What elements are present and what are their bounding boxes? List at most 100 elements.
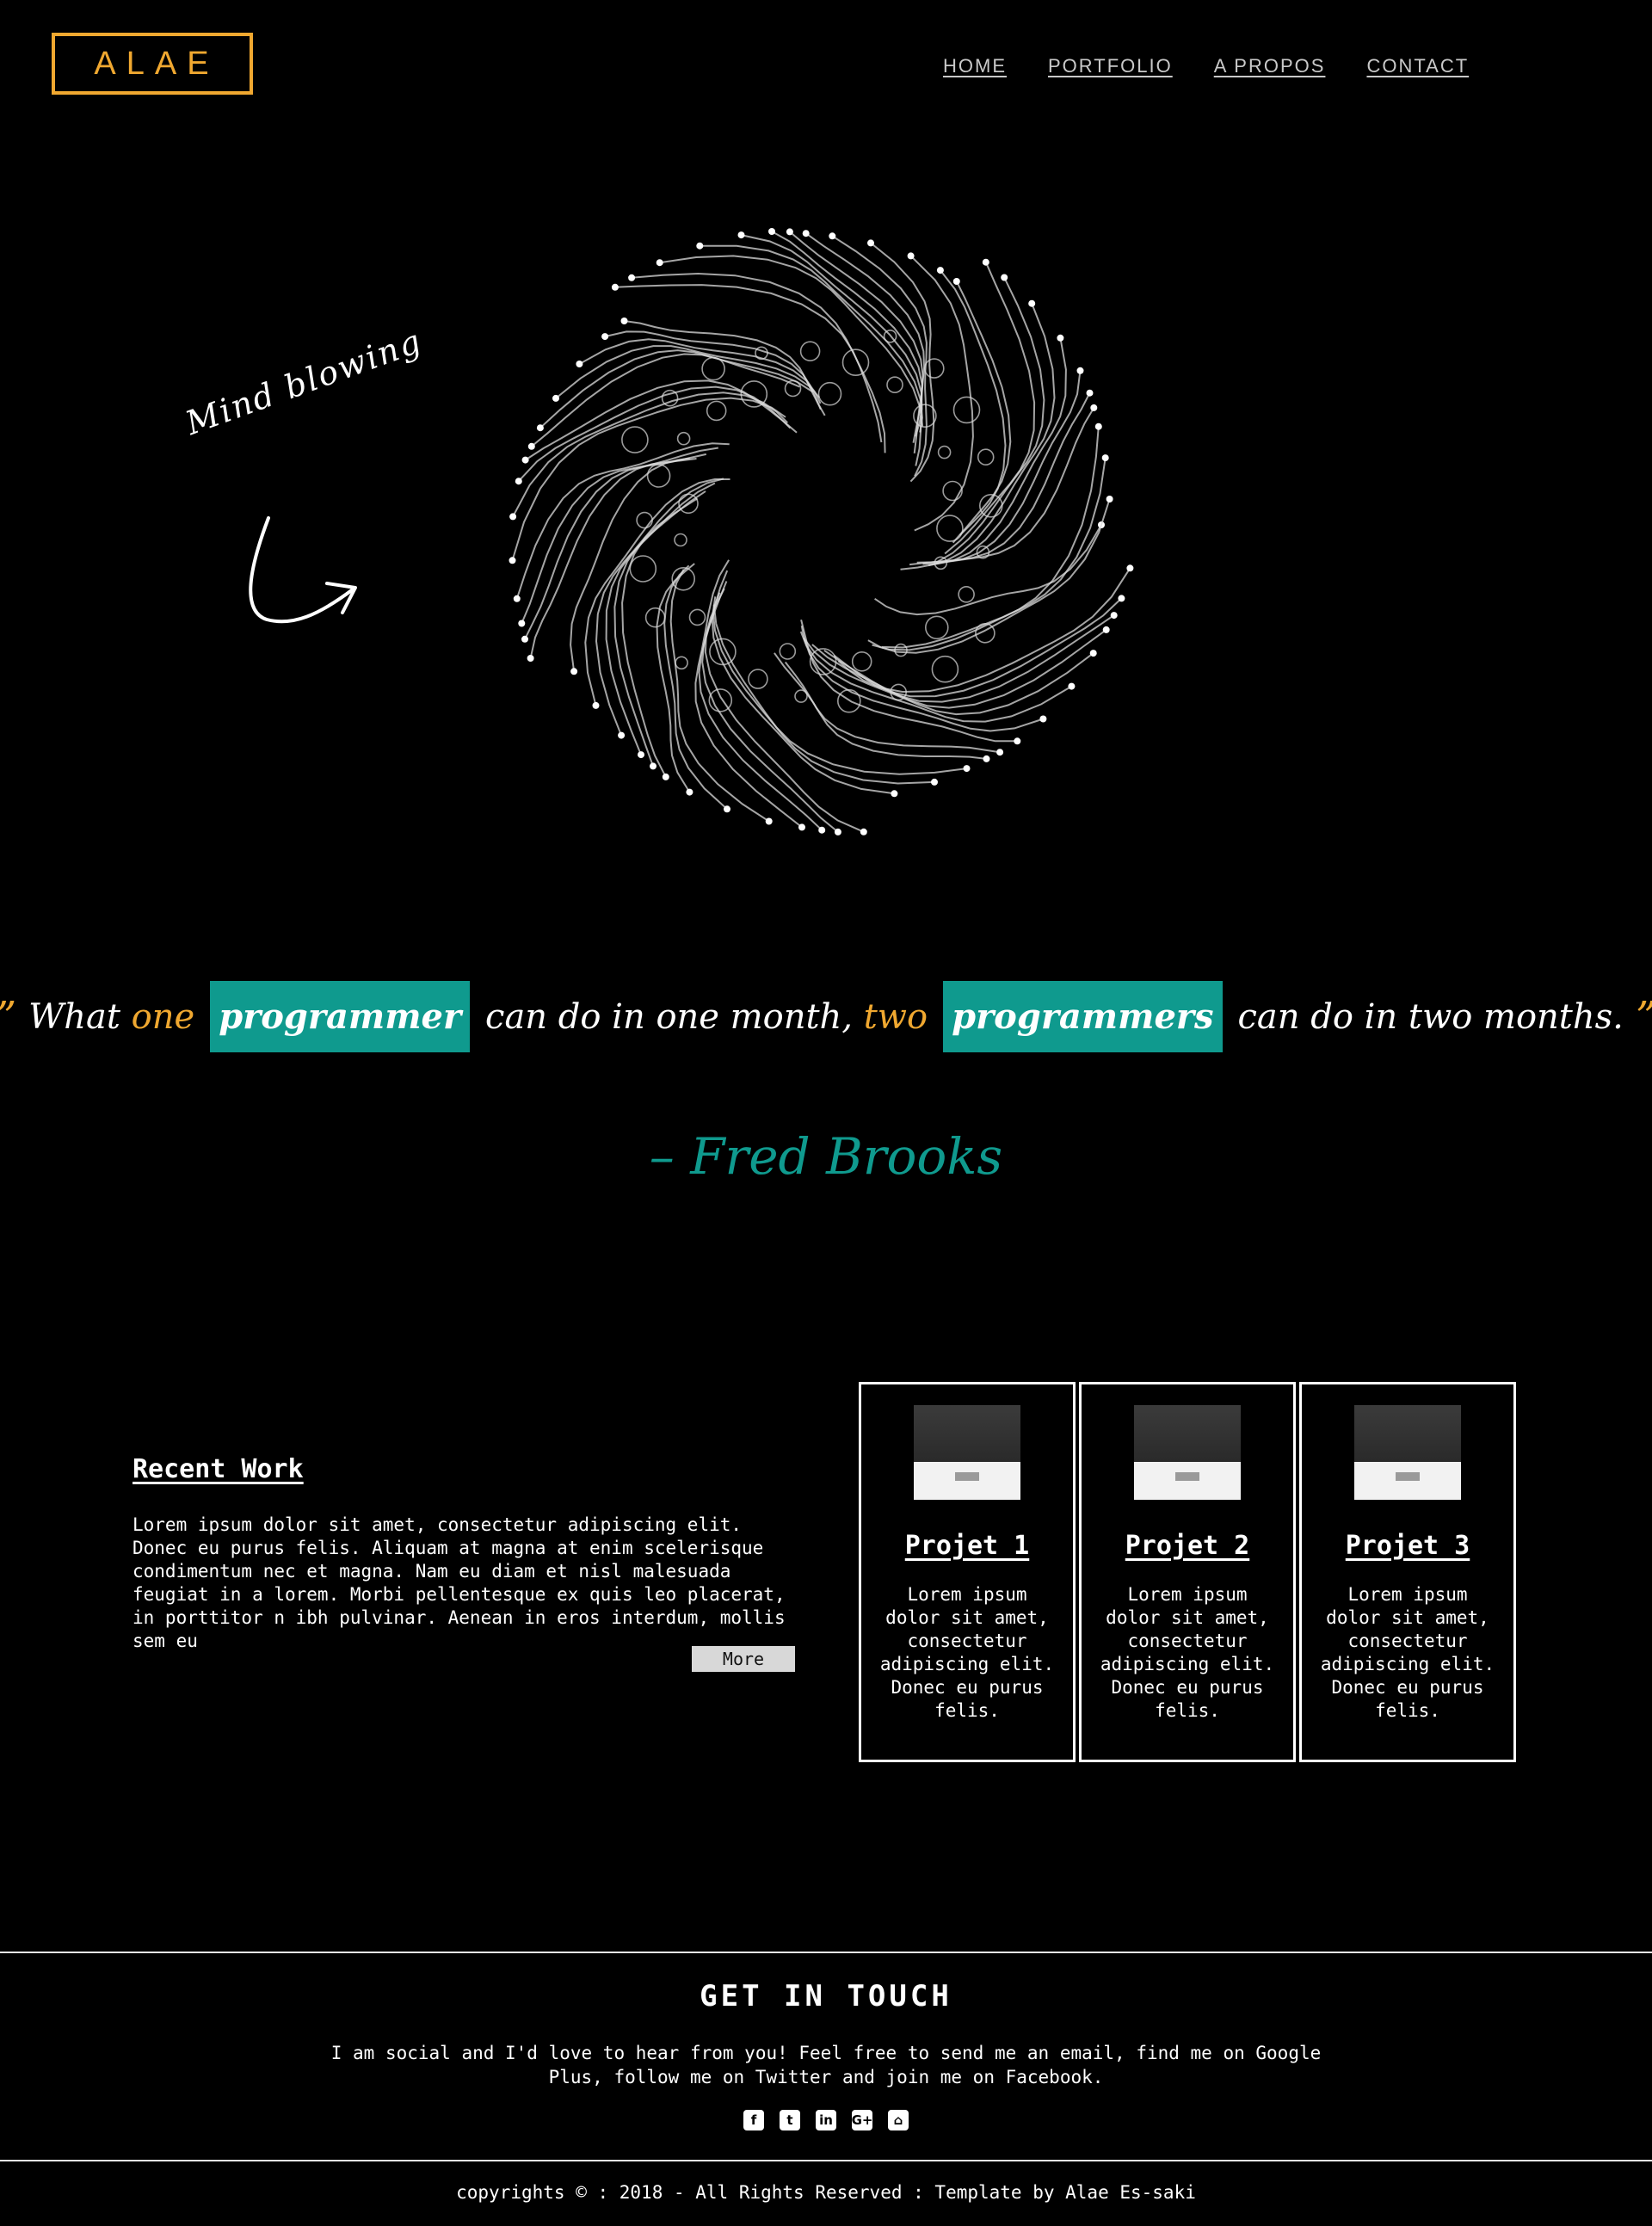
swirl-loop xyxy=(936,515,964,542)
swirl-loop xyxy=(931,655,959,683)
swirl-strand xyxy=(833,597,1123,698)
swirl-dot xyxy=(1076,367,1084,374)
swirl-loop xyxy=(646,464,671,488)
nav-contact[interactable]: CONTACT xyxy=(1366,55,1469,77)
facebook-icon[interactable]: f xyxy=(743,2110,764,2130)
project-card[interactable]: Projet 3 Lorem ipsum dolor sit amet, con… xyxy=(1299,1382,1516,1762)
swirl-dot xyxy=(1110,612,1118,620)
swirl-strand xyxy=(800,619,1018,743)
swirl-dot xyxy=(662,773,669,780)
swirl-dot xyxy=(521,456,529,464)
project-thumbnail[interactable] xyxy=(914,1405,1020,1500)
logo[interactable]: ALAE xyxy=(52,33,253,95)
swirl-dot xyxy=(867,239,874,247)
google-plus-icon[interactable]: G+ xyxy=(852,2110,872,2130)
more-button[interactable]: More xyxy=(692,1646,795,1672)
swirl-strand xyxy=(944,262,1036,555)
swirl-dot xyxy=(798,823,805,831)
quote-box-programmers: programmers xyxy=(943,981,1223,1052)
linkedin-icon[interactable]: in xyxy=(816,2110,836,2130)
swirl-dot xyxy=(1094,422,1102,430)
swirl-loop xyxy=(977,448,995,466)
swirl-loop xyxy=(799,341,821,361)
quote: ” What one programmer can do in one mont… xyxy=(0,981,1652,1052)
project-title[interactable]: Projet 1 xyxy=(861,1531,1073,1561)
swirl-strand xyxy=(711,592,895,795)
quote-text-end: can do in two months. xyxy=(1237,996,1624,1037)
swirl-strand xyxy=(784,661,1001,754)
swirl-loop xyxy=(841,348,870,376)
swirl-dot xyxy=(521,635,528,643)
swirl-dot xyxy=(818,826,826,834)
main-nav: HOME PORTFOLIO A PROPOS CONTACT xyxy=(943,55,1469,77)
swirl-dot xyxy=(552,394,559,402)
swirl-dot xyxy=(576,361,583,367)
project-title[interactable]: Projet 3 xyxy=(1302,1531,1513,1561)
swirl-loop xyxy=(676,431,691,446)
swirl-dot xyxy=(907,252,915,260)
swirl-dot xyxy=(686,788,693,796)
swirl-dot xyxy=(1028,299,1036,307)
swirl-dot xyxy=(518,620,526,627)
footer-divider-bottom xyxy=(0,2160,1652,2161)
swirl-dot xyxy=(696,242,704,250)
projects-list: Projet 1 Lorem ipsum dolor sit amet, con… xyxy=(859,1382,1516,1762)
swirl-dot xyxy=(515,478,522,485)
swirl-strand xyxy=(700,244,923,433)
get-in-touch-text: I am social and I'd love to hear from yo… xyxy=(330,2043,1322,2087)
project-thumbnail[interactable] xyxy=(1134,1405,1241,1500)
swirl-loop xyxy=(621,426,649,453)
quote-author: – Fred Brooks xyxy=(649,1127,1003,1186)
swirl-dot xyxy=(829,232,836,240)
swirl-dot xyxy=(1039,715,1047,723)
swirl-strand xyxy=(712,604,967,775)
hero-graphic xyxy=(249,228,1134,836)
copyright: copyrights © : 2018 - All Rights Reserve… xyxy=(456,2182,1196,2203)
swirl-loop xyxy=(661,389,679,407)
swirl-dot xyxy=(1014,737,1021,745)
swirl-strand xyxy=(909,392,1091,566)
swirl-dot xyxy=(1090,404,1098,411)
swirl-strand xyxy=(922,337,1067,565)
project-thumbnail[interactable] xyxy=(1354,1405,1461,1500)
swirl-dot xyxy=(1057,334,1064,342)
swirl-loop xyxy=(644,607,666,628)
swirl-strand xyxy=(614,284,883,443)
swirl-loop xyxy=(748,669,768,689)
open-quote-mark: ” xyxy=(0,993,16,1041)
project-card[interactable]: Projet 1 Lorem ipsum dolor sit amet, con… xyxy=(859,1382,1076,1762)
nav-a-propos[interactable]: A PROPOS xyxy=(1214,55,1326,77)
project-title[interactable]: Projet 2 xyxy=(1082,1531,1293,1561)
swirl-loop xyxy=(755,346,768,361)
swirl-loop xyxy=(925,615,949,640)
swirl-loop xyxy=(937,445,952,459)
footer-divider-top xyxy=(0,1952,1652,1953)
swirl-dot xyxy=(527,442,535,450)
swirl-dot xyxy=(737,231,745,239)
nav-portfolio[interactable]: PORTFOLIO xyxy=(1048,55,1173,77)
swirl-dot xyxy=(982,258,989,266)
swirl-dot xyxy=(656,259,663,267)
twitter-icon[interactable]: t xyxy=(780,2110,800,2130)
swirl-loop xyxy=(851,651,872,672)
swirl-dot xyxy=(724,805,730,813)
swirl-dot xyxy=(983,755,990,762)
swirl-dot xyxy=(592,701,600,709)
swirl-dot xyxy=(628,274,636,281)
swirl-strand xyxy=(701,581,839,833)
swirl-loop xyxy=(779,643,797,660)
swirl-dot xyxy=(891,790,898,798)
swirl-loop xyxy=(636,511,653,529)
swirl-dot xyxy=(765,817,773,825)
recent-work-text: Lorem ipsum dolor sit amet, consectetur … xyxy=(133,1514,786,1651)
nav-home[interactable]: HOME xyxy=(943,55,1007,77)
swirl-dot xyxy=(536,424,544,432)
project-card[interactable]: Projet 2 Lorem ipsum dolor sit amet, con… xyxy=(1079,1382,1296,1762)
swirl-dot xyxy=(786,228,793,236)
swirl-loop xyxy=(817,381,842,406)
quote-word: What xyxy=(28,996,120,1037)
github-icon[interactable]: ⌂ xyxy=(888,2110,909,2130)
swirl-strand xyxy=(837,567,1131,694)
swirl-loop xyxy=(674,533,687,547)
swirl-dot xyxy=(601,333,609,341)
